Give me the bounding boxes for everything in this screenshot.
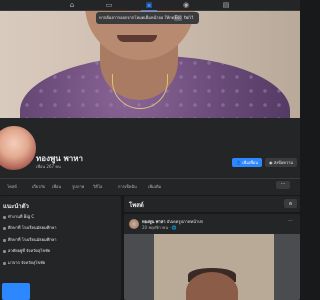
profile-tabs: โพสต์ เกี่ยวกับ เพื่อน รูปภาพ วิดีโอ การ… bbox=[0, 178, 300, 195]
toast-close[interactable]: ปิดไว้ bbox=[184, 12, 193, 24]
home-icon bbox=[3, 249, 6, 253]
groups-icon[interactable]: ◉ bbox=[182, 1, 190, 9]
tab-videos[interactable]: วิดีโอ bbox=[93, 183, 102, 190]
intro-row-school-1: ศึกษาที่ โรงเรียนมัธยมศึกษา bbox=[3, 224, 57, 231]
message-button[interactable]: ◉ ส่งข้อความ bbox=[265, 158, 297, 167]
top-navigation-bar: ⌂ ▭ ▣ ◉ ▤ bbox=[0, 0, 300, 11]
school-icon bbox=[3, 226, 6, 230]
more-options-button[interactable]: ··· bbox=[276, 181, 290, 189]
fullscreen-toast: หากต้องการออกจากโหมดเต็มหน้าจอ ให้กด Esc… bbox=[96, 12, 199, 24]
school-icon bbox=[3, 238, 6, 242]
tab-about[interactable]: เกี่ยวกับ bbox=[32, 183, 45, 190]
intro-title: แนะนำตัว bbox=[3, 203, 29, 210]
tab-posts[interactable]: โพสต์ bbox=[7, 183, 17, 190]
post-avatar[interactable] bbox=[129, 219, 139, 229]
toast-text: หากต้องการออกจากโหมดเต็มหน้าจอ ให้กด bbox=[99, 15, 175, 20]
watch-icon[interactable]: ▭ bbox=[105, 1, 113, 9]
intro-row-lives: อาศัยอยู่ที่ จังหวัดสุโขทัย bbox=[3, 247, 50, 254]
esc-key: Esc bbox=[174, 15, 182, 21]
intro-row-school-2: ศึกษาที่ โรงเรียนมัธยมศึกษา bbox=[3, 236, 57, 243]
post-photo[interactable] bbox=[124, 234, 300, 300]
work-icon bbox=[3, 215, 6, 219]
location-icon bbox=[3, 261, 6, 265]
marketplace-icon[interactable]: ▣ bbox=[141, 1, 157, 11]
tab-photos[interactable]: รูปภาพ bbox=[72, 183, 84, 190]
tab-more[interactable]: เพิ่มเติม bbox=[148, 183, 161, 190]
cover-mouth bbox=[117, 35, 157, 42]
post-options-icon[interactable]: ··· bbox=[288, 218, 293, 224]
tab-friends[interactable]: เพื่อน bbox=[52, 183, 61, 190]
friend-count[interactable]: เพื่อน 267 คน bbox=[36, 163, 61, 170]
intro-row-from: มาจาก จังหวัดสุโขทัย bbox=[3, 259, 45, 266]
home-icon[interactable]: ⌂ bbox=[68, 1, 76, 9]
posts-header: โพสต์ ⚙ bbox=[124, 196, 300, 212]
filter-button[interactable]: ⚙ bbox=[284, 199, 297, 208]
tab-checkins[interactable]: การเช็คอิน bbox=[118, 183, 137, 190]
post-timestamp[interactable]: 20 พฤศจิกายน · 🌐 bbox=[142, 224, 177, 231]
gaming-icon[interactable]: ▤ bbox=[222, 1, 230, 9]
add-friend-button[interactable]: 👤 เพิ่มเพื่อน bbox=[232, 158, 262, 167]
intro-row-work: ทำงานที่ Big C bbox=[3, 213, 34, 220]
featured-photo[interactable] bbox=[2, 283, 30, 300]
post-card: ทองพูน พาหา อัปเดตรูปภาพหน้าปก 20 พฤศจิก… bbox=[124, 214, 300, 300]
posts-title: โพสต์ bbox=[129, 202, 144, 209]
